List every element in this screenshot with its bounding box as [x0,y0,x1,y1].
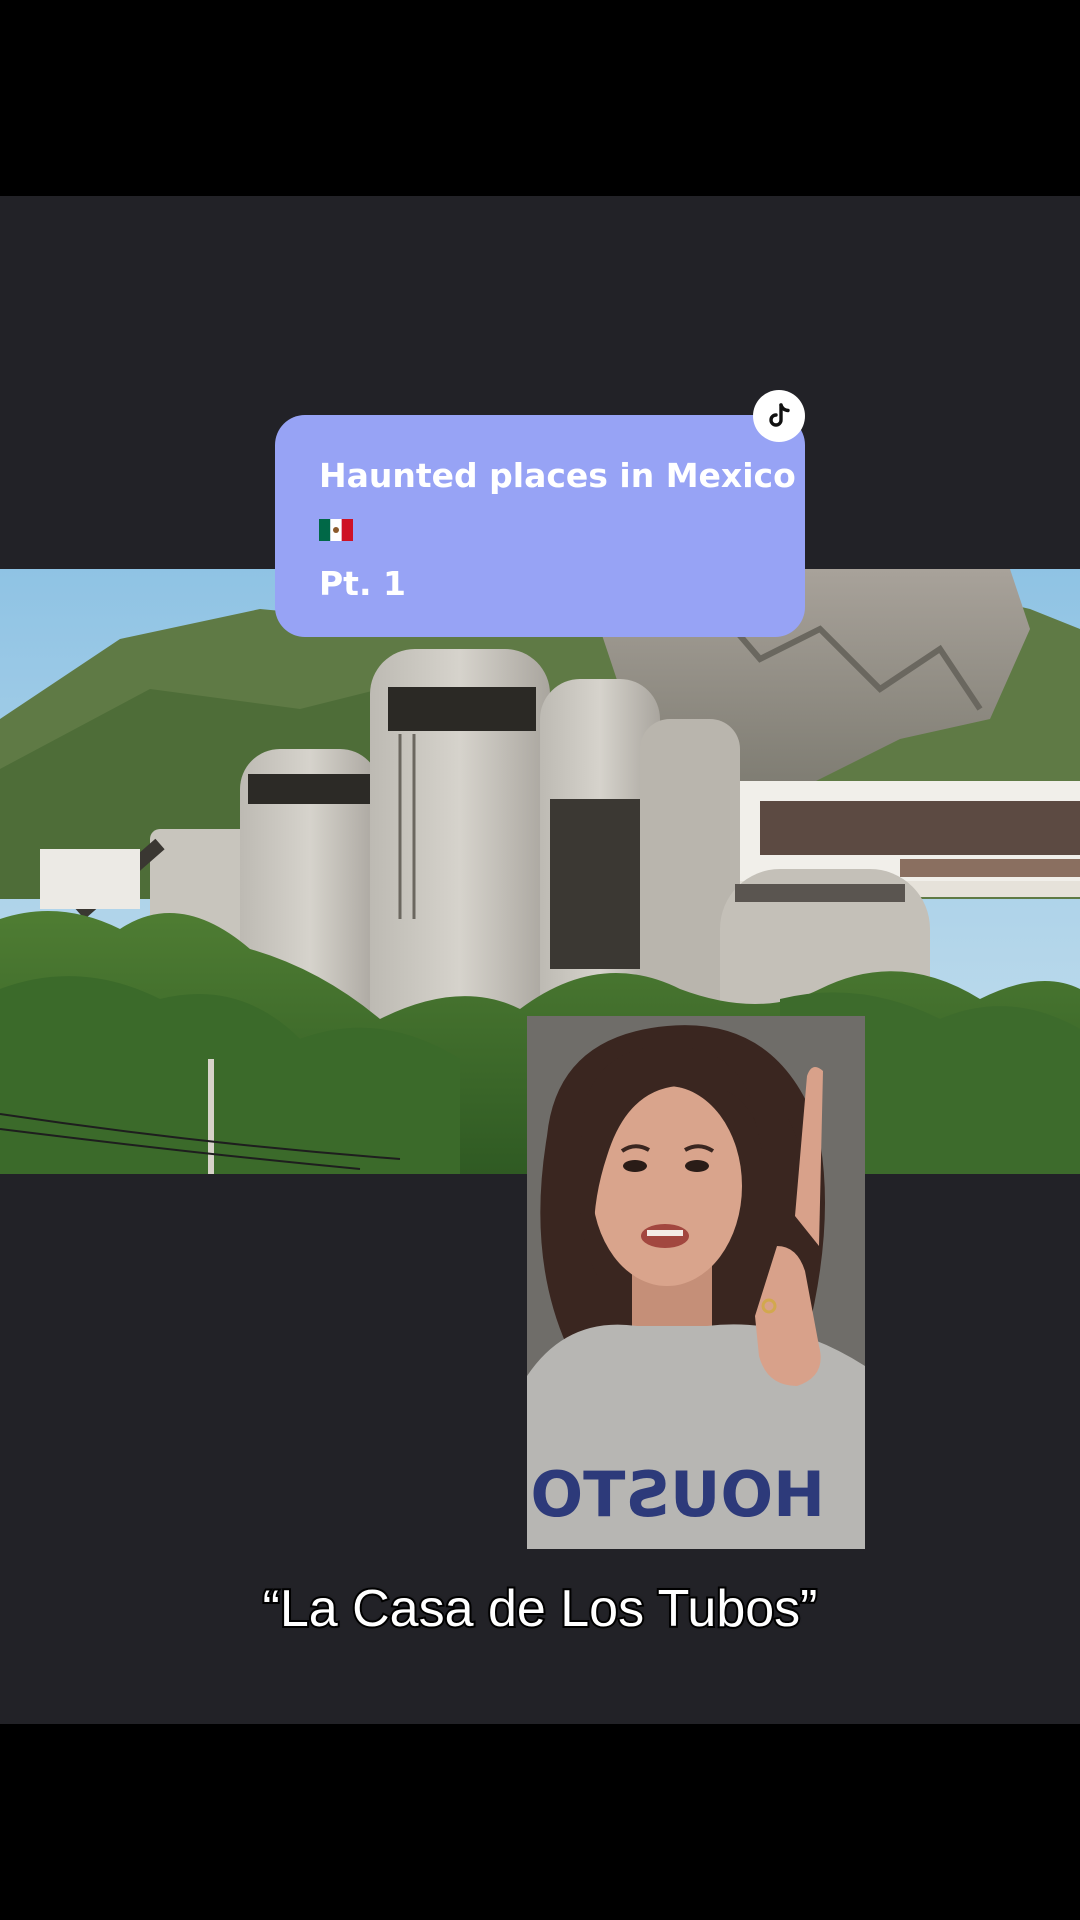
mexico-flag-graphic [319,519,353,541]
caption-part: Pt. 1 [319,564,406,603]
mexico-flag-icon [319,503,761,557]
presenter-video: HOUSTON [527,1016,865,1549]
presenter-illustration: HOUSTON [527,1016,865,1549]
shirt-lettering: HOUSTON [527,1458,825,1531]
tiktok-logo-icon [753,390,805,442]
video-frame[interactable]: Haunted places in Mexico Pt. 1 HOUSTO “L… [0,0,1080,1920]
subtitle-caption: “La Casa de Los Tubos” [261,1578,820,1640]
caption-title: Haunted places in Mexico [319,456,796,495]
caption-card: Haunted places in Mexico Pt. 1 [275,415,805,637]
tiktok-note-icon [769,403,790,427]
